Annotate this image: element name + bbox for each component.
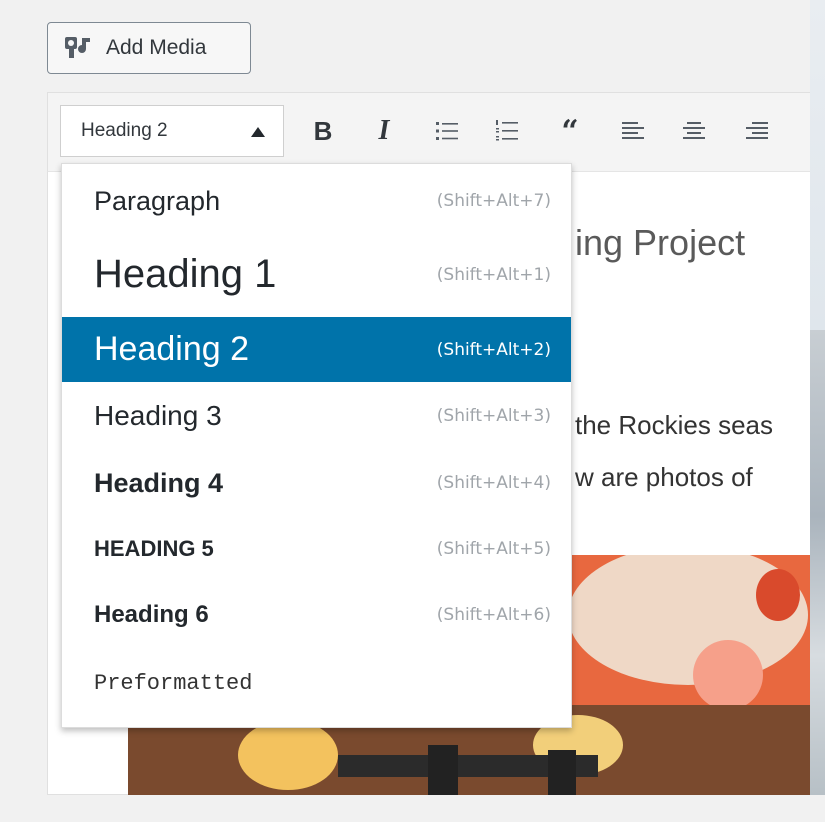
italic-icon: I xyxy=(378,115,390,146)
footer-space xyxy=(0,795,825,822)
background-photo-strip xyxy=(810,330,825,795)
format-option-label: Heading 3 xyxy=(94,400,222,431)
format-option-label: Heading 1 xyxy=(94,252,277,296)
add-media-icon xyxy=(65,37,90,58)
format-option-shortcut: (Shift+Alt+7) xyxy=(436,191,551,211)
format-dropdown-menu: Paragraph (Shift+Alt+7) Heading 1 (Shift… xyxy=(61,163,572,728)
format-option-heading-4[interactable]: Heading 4 (Shift+Alt+4) xyxy=(62,450,571,516)
format-select-value: Heading 2 xyxy=(81,120,168,141)
format-option-heading-1[interactable]: Heading 1 (Shift+Alt+1) xyxy=(62,232,571,317)
format-option-paragraph[interactable]: Paragraph (Shift+Alt+7) xyxy=(62,170,571,232)
format-option-shortcut: (Shift+Alt+5) xyxy=(436,539,551,559)
chevron-up-icon xyxy=(251,127,265,137)
bold-icon: B xyxy=(313,115,333,146)
blockquote-button[interactable]: “ xyxy=(551,105,589,157)
format-option-shortcut: (Shift+Alt+3) xyxy=(436,406,551,426)
align-center-button[interactable] xyxy=(675,105,713,157)
post-text-line: w are photos of xyxy=(575,462,753,492)
align-center-icon xyxy=(683,122,705,139)
align-right-button[interactable] xyxy=(738,105,776,157)
bold-button[interactable]: B xyxy=(304,105,342,157)
format-option-label: Paragraph xyxy=(94,185,221,216)
format-option-label: Heading 4 xyxy=(94,467,224,498)
format-option-heading-6[interactable]: Heading 6 (Shift+Alt+6) xyxy=(62,582,571,648)
add-media-button[interactable]: Add Media xyxy=(47,22,251,74)
format-option-heading-3[interactable]: Heading 3 (Shift+Alt+3) xyxy=(62,382,571,450)
align-left-icon xyxy=(622,122,644,139)
format-option-shortcut: (Shift+Alt+4) xyxy=(436,473,551,493)
italic-button[interactable]: I xyxy=(365,105,403,157)
format-option-label: Heading 2 xyxy=(94,330,250,368)
format-option-label: HEADING 5 xyxy=(94,536,214,561)
align-left-button[interactable] xyxy=(614,105,652,157)
numbered-list-button[interactable] xyxy=(488,105,526,157)
format-option-shortcut: (Shift+Alt+1) xyxy=(436,264,551,285)
blockquote-icon: “ xyxy=(561,113,579,149)
bulleted-list-icon xyxy=(436,122,458,140)
format-option-heading-5[interactable]: HEADING 5 (Shift+Alt+5) xyxy=(62,516,571,582)
numbered-list-icon xyxy=(496,120,518,141)
add-media-label: Add Media xyxy=(106,36,207,59)
format-select[interactable]: Heading 2 xyxy=(60,105,284,157)
format-option-shortcut: (Shift+Alt+2) xyxy=(436,339,551,360)
format-option-preformatted[interactable]: Preformatted xyxy=(62,648,571,718)
bulleted-list-button[interactable] xyxy=(428,105,466,157)
format-option-heading-2[interactable]: Heading 2 (Shift+Alt+2) xyxy=(62,317,571,382)
format-option-label: Heading 6 xyxy=(94,601,209,628)
align-right-icon xyxy=(746,122,768,139)
format-option-shortcut: (Shift+Alt+6) xyxy=(436,605,551,625)
post-title-fragment: ing Project xyxy=(575,222,746,263)
post-text-line: the Rockies seas xyxy=(575,410,773,440)
format-option-label: Preformatted xyxy=(94,670,253,696)
